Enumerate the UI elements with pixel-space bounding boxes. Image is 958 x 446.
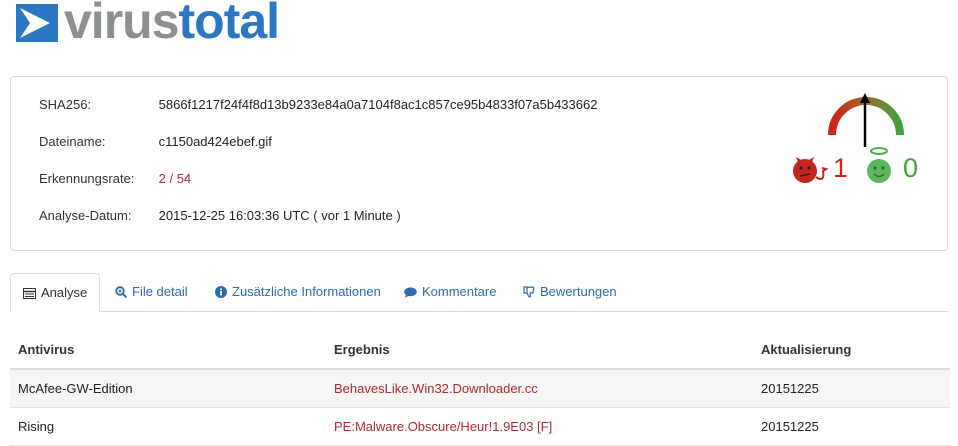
update-date: 20151225: [761, 381, 819, 396]
reputation-gauge-icon: [828, 93, 904, 147]
detection-result: PE:Malware.Obscure/Heur!1.9E03 [F]: [334, 419, 553, 434]
analysis-date-value: 2015-12-25 16:03:36 UTC ( vor 1 Minute ): [158, 208, 401, 223]
tab-label: Bewertungen: [540, 284, 617, 299]
tab-label: Zusätzliche Informationen: [232, 284, 381, 299]
file-summary-panel: SHA256: 5866f1217f24f4f8d13b9233e84a0a71…: [10, 76, 948, 251]
analysis-date-row: Analyse-Datum: 2015-12-25 16:03:36 UTC (…: [39, 208, 401, 224]
table-row: McAfee-GW-Edition BehavesLike.Win32.Down…: [10, 370, 950, 408]
av-results-table: Antivirus Ergebnis Aktualisierung McAfee…: [10, 330, 950, 446]
tab-file-detail[interactable]: File detail: [115, 273, 188, 311]
table-row: Rising PE:Malware.Obscure/Heur!1.9E03 [F…: [10, 408, 950, 446]
comment-icon: [404, 287, 417, 298]
thumbs-icon: [523, 286, 535, 298]
detection-rate-row: Erkennungsrate: 2 / 54: [39, 171, 191, 187]
update-date: 20151225: [761, 419, 819, 434]
tab-ratings[interactable]: Bewertungen: [523, 273, 617, 311]
header-result[interactable]: Ergebnis: [334, 342, 390, 357]
detection-rate-value: 2 / 54: [158, 171, 192, 186]
tab-comments[interactable]: Kommentare: [404, 273, 496, 311]
logo-mark-icon: [16, 4, 58, 42]
info-icon: [215, 286, 227, 298]
tab-analyse[interactable]: Analyse: [10, 273, 100, 312]
table-header: Antivirus Ergebnis Aktualisierung: [10, 330, 950, 370]
antivirus-name: Rising: [18, 419, 55, 434]
tab-label: Kommentare: [422, 284, 497, 299]
detection-rate-label: Erkennungsrate:: [39, 171, 135, 186]
harmless-votes-count: 0: [903, 153, 919, 183]
virustotal-logo[interactable]: virustotal: [12, 0, 332, 49]
tab-additional-info[interactable]: Zusätzliche Informationen: [215, 273, 381, 311]
filename-value: c1150ad424ebef.gif: [158, 134, 272, 149]
sha256-label: SHA256:: [39, 97, 92, 112]
tab-label: Analyse: [41, 285, 88, 300]
angel-icon[interactable]: [864, 145, 894, 187]
filename-label: Dateiname:: [39, 134, 106, 149]
devil-icon[interactable]: [789, 151, 833, 187]
logo-wordmark: virustotal: [64, 0, 280, 49]
header-antivirus[interactable]: Antivirus: [18, 342, 74, 357]
sha256-row: SHA256: 5866f1217f24f4f8d13b9233e84a0a71…: [39, 97, 597, 113]
report-tabs: Analyse File detail Zusätzliche Informat…: [10, 273, 948, 312]
table-icon: [23, 288, 36, 299]
detection-result: BehavesLike.Win32.Downloader.cc: [334, 381, 538, 396]
analysis-date-label: Analyse-Datum:: [39, 208, 132, 223]
tab-label: File detail: [132, 284, 188, 299]
antivirus-name: McAfee-GW-Edition: [18, 381, 133, 396]
filename-row: Dateiname: c1150ad424ebef.gif: [39, 134, 272, 150]
sha256-value: 5866f1217f24f4f8d13b9233e84a0a7104f8ac1c…: [158, 97, 598, 112]
zoom-icon: [115, 286, 128, 299]
header-updated[interactable]: Aktualisierung: [761, 342, 851, 357]
malicious-votes-count: 1: [833, 153, 849, 183]
